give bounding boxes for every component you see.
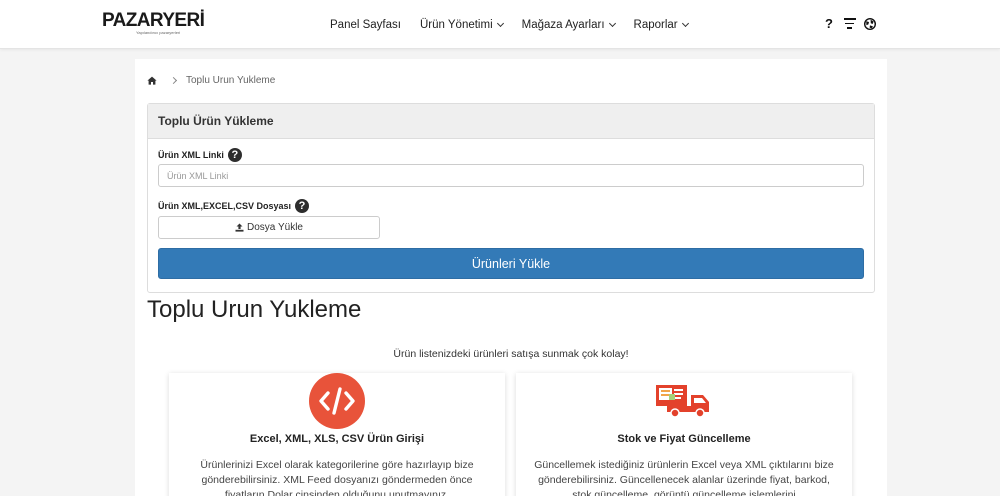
- nav-item-store-settings[interactable]: Mağaza Ayarları: [521, 18, 616, 31]
- nav-item-product-management[interactable]: Ürün Yönetimi: [419, 18, 504, 31]
- question-circle-icon[interactable]: ?: [295, 199, 310, 213]
- delivery-truck-icon: [655, 384, 713, 423]
- nav-item-label: Panel Sayfası: [330, 18, 401, 31]
- page-subtitle: Ürün listenizdeki ürünleri satışa sunmak…: [393, 348, 629, 360]
- upload-products-button[interactable]: Ürünleri Yükle: [158, 248, 864, 279]
- content-card: Toplu Urun Yukleme Toplu Ürün Yükleme Ür…: [135, 59, 887, 496]
- help-icon[interactable]: ?: [823, 16, 835, 31]
- file-upload-label: Ürün XML,EXCEL,CSV Dosyası ?: [158, 199, 310, 213]
- home-icon[interactable]: [147, 76, 157, 85]
- upload-icon: [235, 223, 247, 232]
- nav-item-panel[interactable]: Panel Sayfası: [330, 19, 401, 31]
- brand-name: PAZARYERİ: [102, 10, 205, 31]
- nav-item-label: Raporlar: [633, 18, 678, 31]
- top-navbar: PAZARYERİ Yapılandırıcı pazaryerleri Pan…: [0, 0, 1000, 49]
- file-upload-label-text: Ürün XML,EXCEL,CSV Dosyası: [158, 201, 292, 211]
- chevron-down-icon: [608, 19, 616, 27]
- panel-title: Toplu Ürün Yükleme: [148, 104, 874, 139]
- brand-logo[interactable]: PAZARYERİ Yapılandırıcı pazaryerleri: [102, 10, 205, 36]
- header-actions: ?: [823, 16, 876, 31]
- nav-item-label: Ürün Yönetimi: [419, 18, 493, 31]
- code-icon: [309, 373, 365, 434]
- bulk-upload-panel: Toplu Ürün Yükleme Ürün XML Linki ? Ürün…: [147, 103, 875, 293]
- main-nav: Panel Sayfası Ürün Yönetimi Mağaza Ayarl…: [330, 0, 707, 49]
- chevron-down-icon: [496, 19, 504, 27]
- page-title: Toplu Urun Yukleme: [147, 296, 362, 323]
- feature-title: Stok ve Fiyat Güncelleme: [617, 433, 751, 445]
- chevron-right-icon: [169, 76, 178, 85]
- chevron-down-icon: [681, 19, 689, 27]
- file-upload-button[interactable]: Dosya Yükle: [158, 216, 380, 239]
- feature-text: Ürünlerinizi Excel olarak kategorilerine…: [200, 459, 474, 496]
- feature-text: Güncellemek istediğiniz ürünlerin Excel …: [534, 459, 834, 496]
- xml-link-label: Ürün XML Linki ?: [158, 148, 242, 162]
- breadcrumb-current: Toplu Urun Yukleme: [186, 75, 276, 86]
- feature-card-update: Stok ve Fiyat Güncelleme Güncellemek ist…: [516, 373, 852, 496]
- filter-icon[interactable]: [843, 17, 856, 30]
- question-circle-icon[interactable]: ?: [227, 148, 242, 162]
- xml-link-label-text: Ürün XML Linki: [158, 150, 224, 160]
- file-upload-button-label: Dosya Yükle: [247, 222, 303, 233]
- xml-link-input[interactable]: [158, 164, 864, 187]
- nav-item-label: Mağaza Ayarları: [521, 18, 605, 31]
- feature-card-import: Excel, XML, XLS, CSV Ürün Girişi Ürünler…: [169, 373, 505, 496]
- nav-item-reports[interactable]: Raporlar: [633, 18, 689, 31]
- breadcrumb: Toplu Urun Yukleme: [147, 75, 275, 86]
- globe-icon[interactable]: [864, 17, 876, 30]
- brand-tagline: Yapılandırıcı pazaryerleri: [136, 30, 181, 35]
- feature-title: Excel, XML, XLS, CSV Ürün Girişi: [249, 433, 425, 445]
